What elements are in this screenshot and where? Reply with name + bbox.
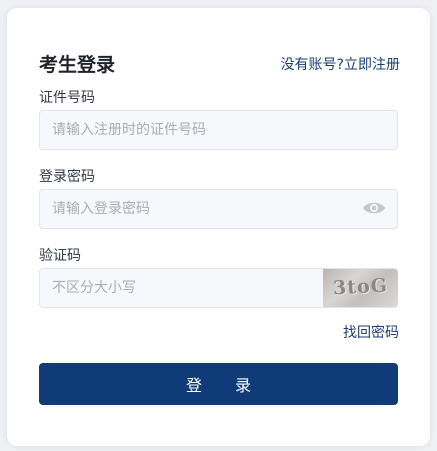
captcha-image[interactable]: 3toG xyxy=(323,269,398,307)
id-number-input[interactable] xyxy=(39,110,398,150)
captcha-text: 3toG xyxy=(332,274,389,300)
login-card: 考生登录 没有账号?立即注册 证件号码 登录密码 验证码 3toG 找回密码 登… xyxy=(7,8,430,446)
password-input[interactable] xyxy=(39,189,398,229)
captcha-label: 验证码 xyxy=(39,248,81,264)
login-button[interactable]: 登 录 xyxy=(39,363,398,405)
password-label: 登录密码 xyxy=(39,169,95,185)
eye-icon[interactable] xyxy=(362,200,386,216)
forgot-password-link[interactable]: 找回密码 xyxy=(343,322,399,342)
id-number-label: 证件号码 xyxy=(39,90,95,106)
page-title: 考生登录 xyxy=(39,54,116,76)
register-link[interactable]: 没有账号?立即注册 xyxy=(281,54,400,74)
